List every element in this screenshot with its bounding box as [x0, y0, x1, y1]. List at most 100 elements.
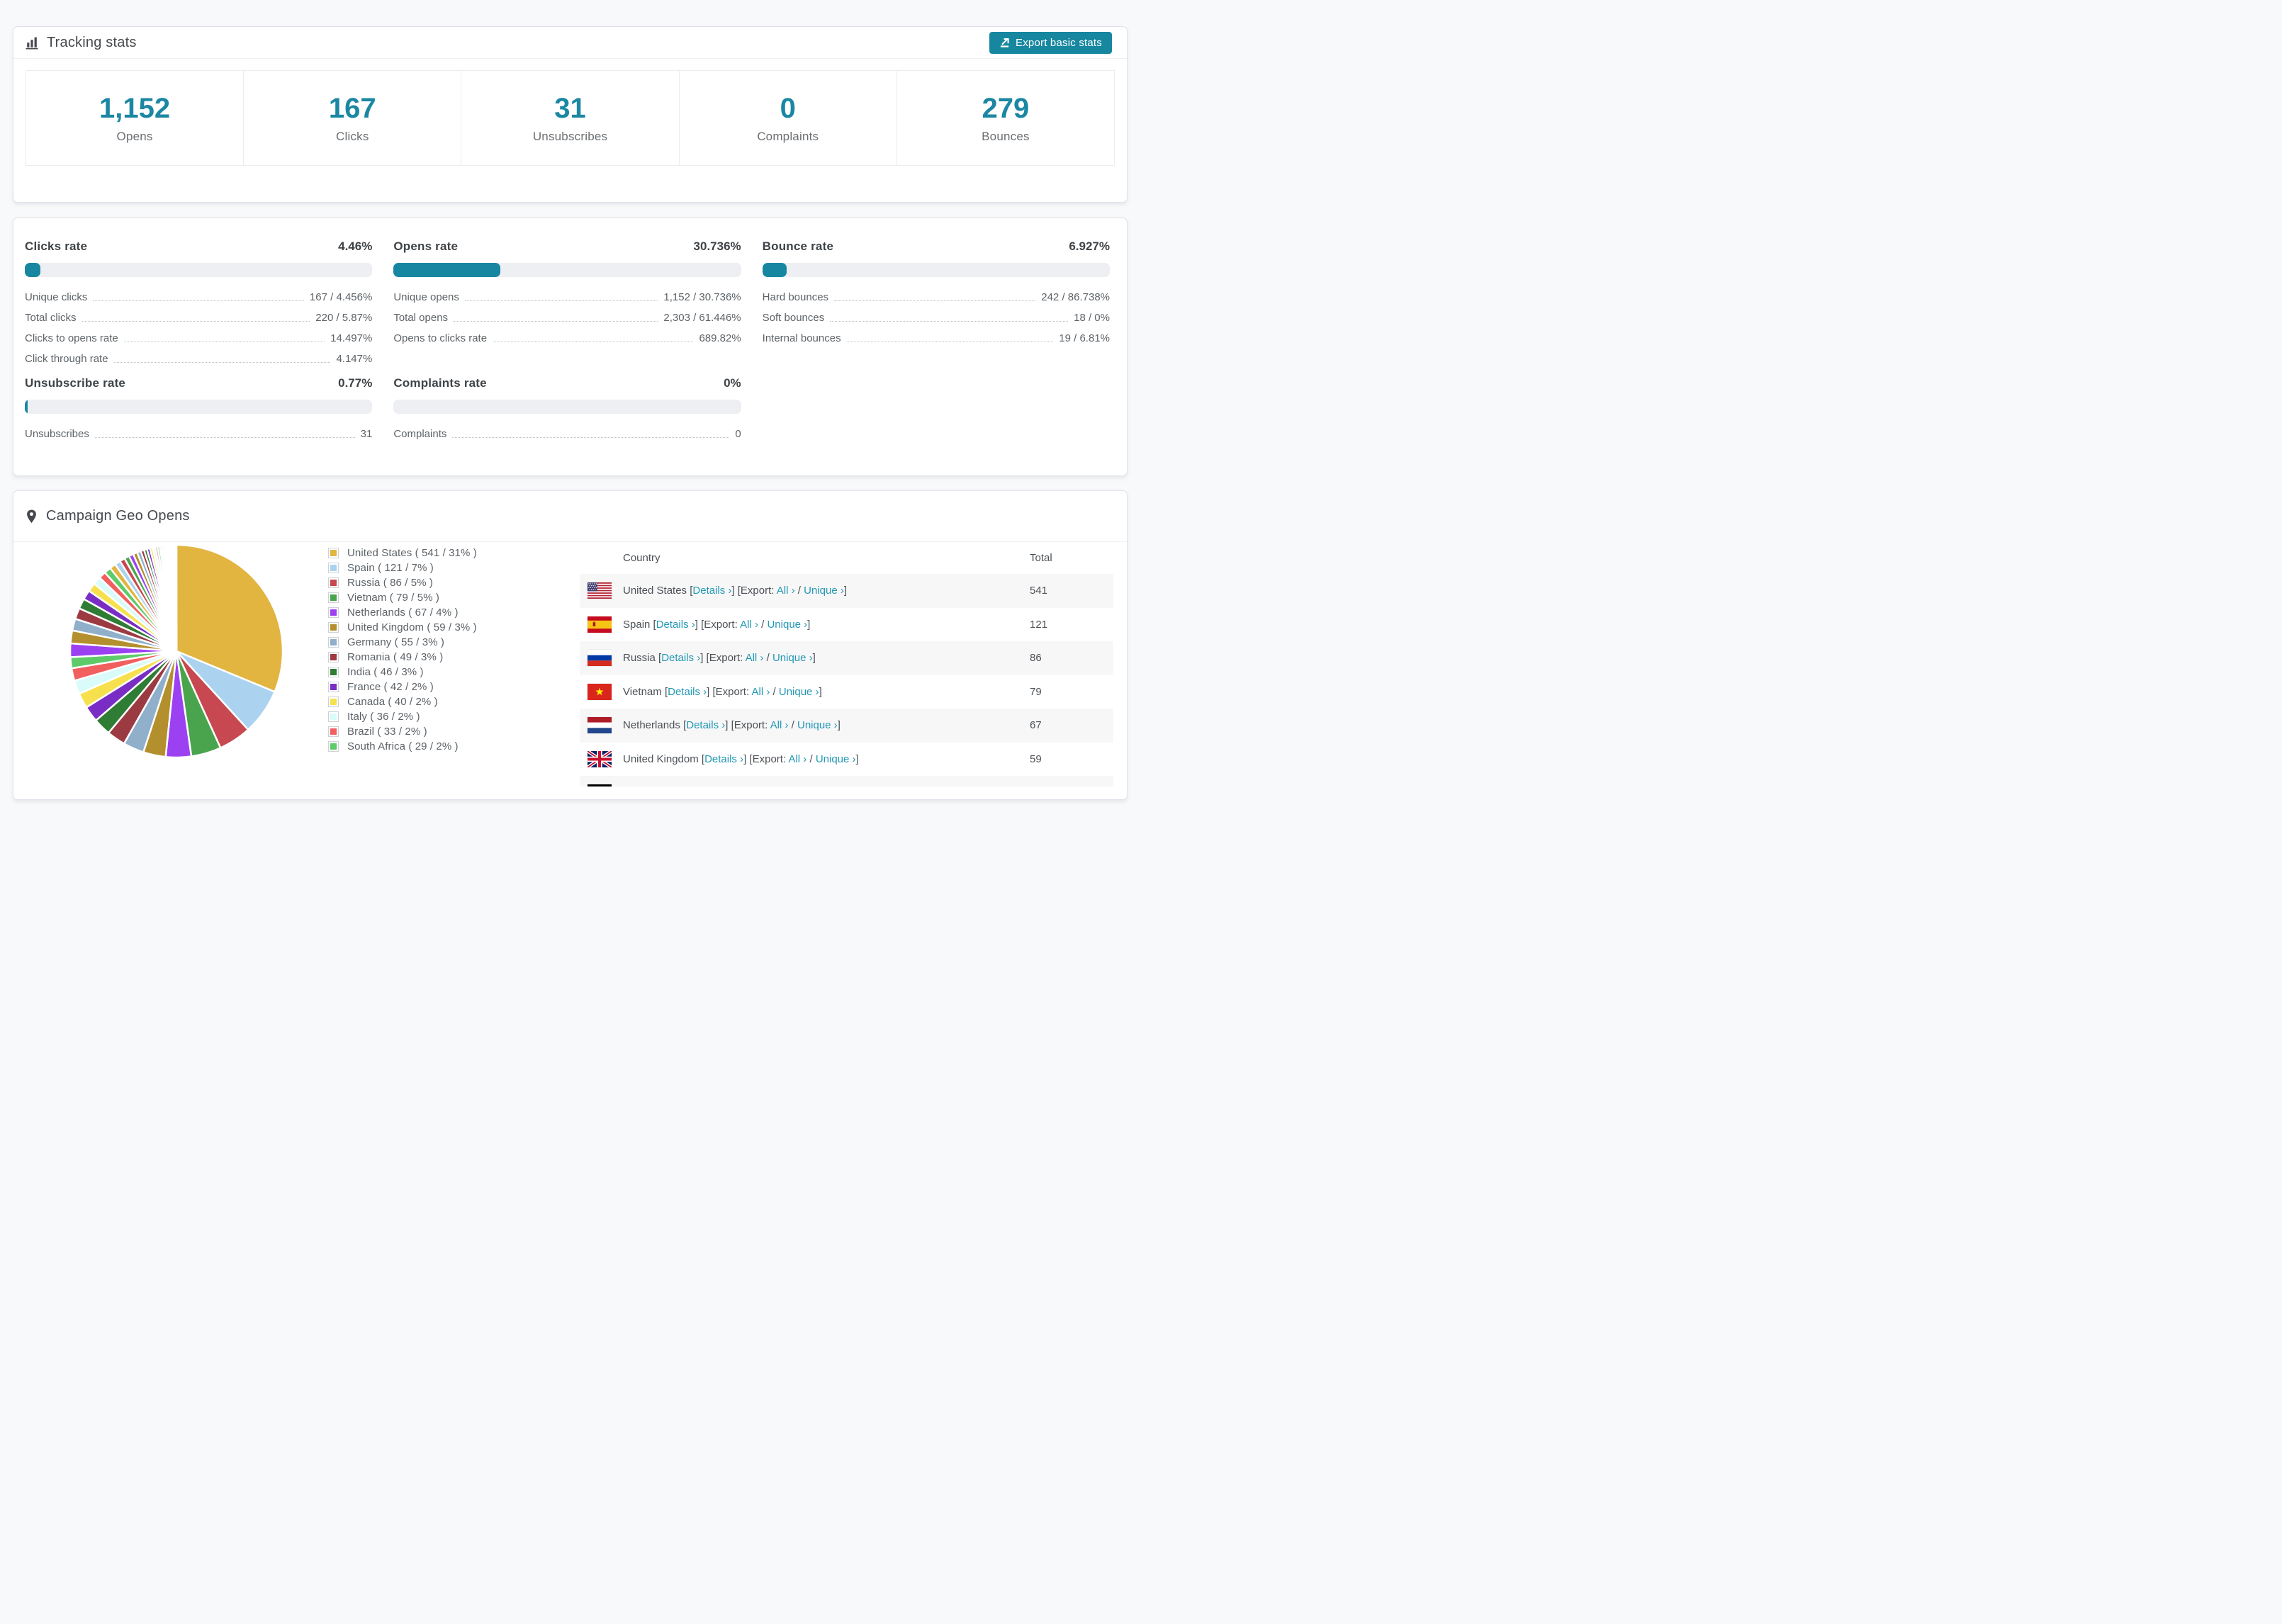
export-unique-link[interactable]: Unique ›	[797, 719, 838, 731]
legend-item[interactable]: South Africa ( 29 / 2% )	[328, 739, 477, 754]
geo-table-row: Russia [Details ›] [Export: All › / Uniq…	[580, 641, 1113, 675]
legend-item[interactable]: Romania ( 49 / 3% )	[328, 650, 477, 665]
export-unique-link[interactable]: Unique ›	[772, 652, 813, 664]
export-unique-link[interactable]: Unique ›	[804, 585, 844, 597]
export-unique-link[interactable]: Unique ›	[816, 753, 856, 765]
legend-item[interactable]: Germany ( 55 / 3% )	[328, 635, 477, 650]
us-flag-icon	[588, 582, 612, 599]
clicks-rate-block: Clicks rate 4.46% Unique clicks 167 / 4.4…	[25, 239, 373, 369]
legend-swatch-icon	[328, 637, 339, 648]
export-unique-link[interactable]: Unique ›	[779, 686, 819, 698]
legend-item[interactable]: United States ( 541 / 31% )	[328, 546, 477, 560]
details-link[interactable]: Details ›	[704, 753, 743, 765]
tracking-stats-card: Tracking stats Export basic stats 1,152 …	[13, 26, 1128, 203]
export-all-link[interactable]: All ›	[752, 686, 770, 698]
legend-swatch-icon	[328, 652, 339, 662]
export-all-link[interactable]: All ›	[740, 619, 758, 631]
metric-row: Hard bounces 242 / 86.738%	[762, 291, 1110, 303]
legend-item[interactable]: Russia ( 86 / 5% )	[328, 575, 477, 590]
details-link[interactable]: Details ›	[692, 585, 731, 597]
bracket: ]	[855, 752, 859, 765]
legend-label: France ( 42 / 2% )	[347, 681, 434, 693]
details-link[interactable]: Details ›	[661, 652, 700, 664]
legend-label: India ( 46 / 3% )	[347, 666, 424, 678]
metric-row: Clicks to opens rate 14.497%	[25, 332, 373, 344]
country-cell: United Kingdom [Details ›] [Export: All …	[623, 753, 1030, 765]
country-column-header: Country	[623, 552, 661, 564]
country-name: Spain	[623, 618, 653, 631]
bracket: ]	[843, 585, 848, 597]
details-link[interactable]: Details ›	[686, 719, 725, 731]
unsubscribe-rate-progressbar	[25, 400, 373, 414]
complaints-rate-block: Complaints rate 0% Complaints 0	[393, 376, 741, 444]
campaign-geo-opens-card: Campaign Geo Opens United States ( 541 /…	[13, 490, 1128, 800]
map-pin-icon	[25, 509, 38, 524]
stat-clicks: 167 Clicks	[243, 70, 462, 166]
separator: /	[770, 685, 779, 698]
geo-table-row: Spain [Details ›] [Export: All › / Uniqu…	[580, 608, 1113, 642]
bounce-rate-progressbar	[762, 263, 1110, 277]
legend-swatch-icon	[328, 622, 339, 633]
metric-row: Unsubscribes 31	[25, 428, 373, 440]
legend-item[interactable]: France ( 42 / 2% )	[328, 680, 477, 694]
complaints-count: 0	[780, 92, 796, 124]
vn-flag-icon	[588, 683, 612, 700]
geo-table-row: United Kingdom [Details ›] [Export: All …	[580, 743, 1113, 777]
legend-item[interactable]: Spain ( 121 / 7% )	[328, 560, 477, 575]
geo-country-table: Country Total United States [Details ›] …	[580, 542, 1113, 799]
country-name: Russia	[623, 652, 659, 665]
metric-row: Total opens 2,303 / 61.446%	[393, 312, 741, 324]
details-link[interactable]: Details ›	[668, 686, 707, 698]
legend-label: Spain ( 121 / 7% )	[347, 562, 434, 574]
details-link[interactable]: Details ›	[656, 619, 695, 631]
legend-swatch-icon	[328, 563, 339, 573]
bounce-rate-block: Bounce rate 6.927% Hard bounces 242 / 86.…	[762, 239, 1110, 369]
unsubscribe-rate-block: Unsubscribe rate 0.77% Unsubscribes 31	[25, 376, 373, 444]
total-cell: 79	[1030, 685, 1042, 698]
total-cell: 59	[1030, 752, 1042, 765]
nl-flag-icon	[588, 717, 612, 734]
export-label: ] [Export:	[725, 719, 770, 732]
legend-label: Italy ( 36 / 2% )	[347, 711, 420, 723]
total-cell: 86	[1030, 652, 1042, 665]
metric-row: Click through rate 4.147%	[25, 353, 373, 365]
country-cell: Spain [Details ›] [Export: All › / Uniqu…	[623, 619, 1030, 631]
bracket: ]	[812, 652, 816, 665]
export-label: ] [Export:	[695, 618, 741, 631]
stat-opens: 1,152 Opens	[26, 70, 244, 166]
metric-row: Internal bounces 19 / 6.81%	[762, 332, 1110, 344]
complaints-rate-progressbar	[393, 400, 741, 414]
legend-item[interactable]: India ( 46 / 3% )	[328, 665, 477, 680]
export-all-link[interactable]: All ›	[788, 753, 806, 765]
legend-swatch-icon	[328, 697, 339, 707]
country-cell: Netherlands [Details ›] [Export: All › /…	[623, 719, 1030, 731]
legend-item[interactable]: United Kingdom ( 59 / 3% )	[328, 620, 477, 635]
legend-item[interactable]: Netherlands ( 67 / 4% )	[328, 605, 477, 620]
legend-swatch-icon	[328, 607, 339, 618]
metric-row: Opens to clicks rate 689.82%	[393, 332, 741, 344]
export-all-link[interactable]: All ›	[746, 652, 764, 664]
export-all-link[interactable]: All ›	[777, 585, 795, 597]
legend-swatch-icon	[328, 741, 339, 752]
legend-label: Brazil ( 33 / 2% )	[347, 726, 427, 738]
geo-table-row: Netherlands [Details ›] [Export: All › /…	[580, 709, 1113, 743]
metric-row: Total clicks 220 / 5.87%	[25, 312, 373, 324]
legend-item[interactable]: Vietnam ( 79 / 5% )	[328, 590, 477, 605]
export-basic-stats-button[interactable]: Export basic stats	[989, 32, 1112, 54]
legend-item[interactable]: Canada ( 40 / 2% )	[328, 694, 477, 709]
opens-rate-block: Opens rate 30.736% Unique opens 1,152 / 3…	[393, 239, 741, 369]
legend-swatch-icon	[328, 577, 339, 588]
geo-pie-chart[interactable]	[69, 543, 284, 759]
legend-label: Canada ( 40 / 2% )	[347, 696, 438, 708]
bounces-count: 279	[982, 92, 1030, 124]
metric-row: Complaints 0	[393, 428, 741, 440]
separator: /	[763, 652, 772, 665]
export-all-link[interactable]: All ›	[770, 719, 789, 731]
export-unique-link[interactable]: Unique ›	[767, 619, 807, 631]
geo-legend: United States ( 541 / 31% ) Spain ( 121 /…	[328, 546, 477, 754]
legend-item[interactable]: Brazil ( 33 / 2% )	[328, 724, 477, 739]
separator: /	[806, 752, 816, 765]
legend-item[interactable]: Italy ( 36 / 2% )	[328, 709, 477, 724]
country-cell: Vietnam [Details ›] [Export: All › / Uni…	[623, 686, 1030, 698]
campaign-stats-page: { "page": { "accent": "#1787a1", "link_c…	[0, 0, 1141, 812]
